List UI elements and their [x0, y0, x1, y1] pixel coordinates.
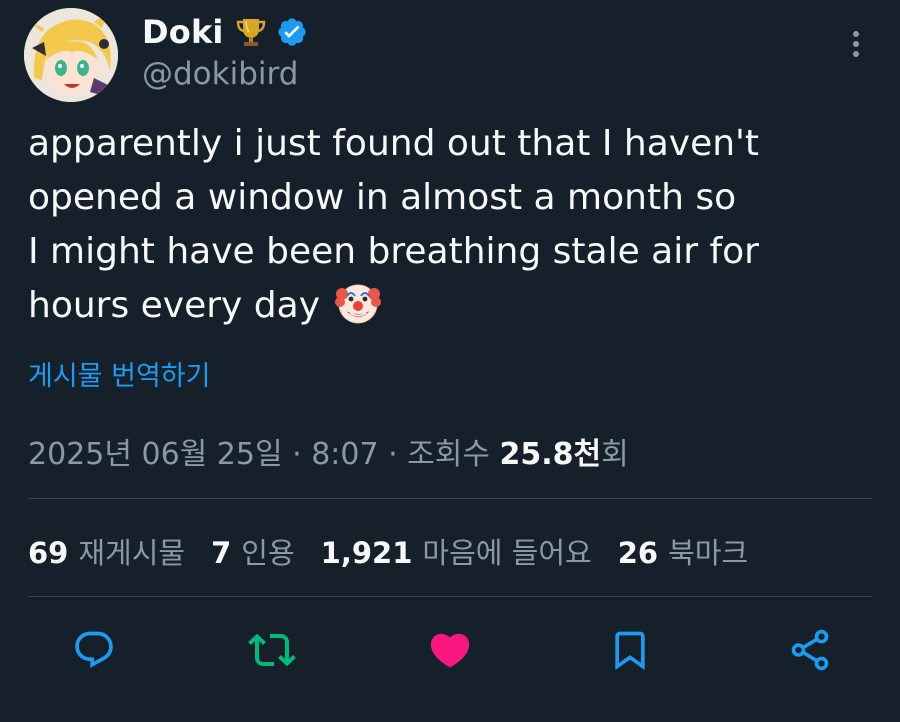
- divider: [28, 498, 872, 499]
- views-count[interactable]: 25.8천: [500, 437, 602, 472]
- tweet-text: apparently i just found out that I haven…: [28, 117, 848, 333]
- clown-face-icon: [335, 284, 382, 324]
- views-prefix: 조회수: [407, 437, 500, 472]
- stat-label: 마음에 들어요: [422, 536, 592, 570]
- more-options-icon[interactable]: [838, 24, 874, 64]
- like-icon: [430, 633, 470, 668]
- meta-separator: ·: [282, 437, 312, 472]
- stat-value: 69: [28, 536, 69, 570]
- stat-value: 26: [617, 536, 659, 570]
- engagement-stats: 69 재게시물 7 인용 1,921 마음에 들어요 26 북마크: [28, 530, 774, 572]
- verified-icon[interactable]: [276, 16, 308, 48]
- meta-separator: ·: [378, 437, 408, 472]
- stat-value: 1,921: [320, 536, 413, 570]
- post-date[interactable]: 2025년 06월 25일: [28, 437, 283, 472]
- user-handle[interactable]: @dokibird: [142, 56, 298, 92]
- post-time[interactable]: 8:07: [311, 437, 378, 472]
- tweet-meta: 2025년 06월 25일 · 8:07 · 조회수 25.8천회: [28, 429, 629, 473]
- reply-button[interactable]: [70, 626, 118, 674]
- share-button[interactable]: [786, 626, 834, 674]
- stat-label: 북마크: [668, 536, 749, 570]
- stat-label: 인용: [241, 536, 295, 570]
- quotes-stat[interactable]: 7 인용: [211, 530, 295, 572]
- likes-stat[interactable]: 1,921 마음에 들어요: [321, 530, 592, 572]
- name-row: Doki: [142, 12, 308, 52]
- stat-value: 7: [211, 536, 232, 570]
- views-suffix: 회: [601, 437, 629, 472]
- trophy-icon: [236, 19, 265, 46]
- tweet-line: I might have been breathing stale air fo…: [28, 231, 759, 272]
- bookmark-icon: [615, 631, 645, 671]
- tweet-line: apparently i just found out that I haven…: [28, 123, 760, 164]
- avatar[interactable]: [24, 8, 118, 102]
- display-name[interactable]: Doki: [142, 13, 224, 51]
- share-icon: [791, 629, 829, 671]
- repost-icon: [248, 633, 296, 667]
- tweet-line: opened a window in almost a month so: [28, 177, 737, 218]
- reply-icon: [75, 631, 113, 668]
- repost-button[interactable]: [248, 626, 296, 674]
- stat-label: 재게시물: [78, 536, 186, 570]
- divider: [28, 596, 872, 597]
- bookmarks-stat[interactable]: 26 북마크: [618, 530, 748, 572]
- translate-post-link[interactable]: 게시물 번역하기: [28, 354, 210, 393]
- avatar-image: [24, 8, 118, 102]
- bookmark-button[interactable]: [606, 626, 654, 674]
- action-bar: [0, 626, 900, 676]
- tweet-line: hours every day: [28, 285, 321, 326]
- like-button[interactable]: [426, 626, 474, 674]
- reposts-stat[interactable]: 69 재게시물: [28, 530, 185, 572]
